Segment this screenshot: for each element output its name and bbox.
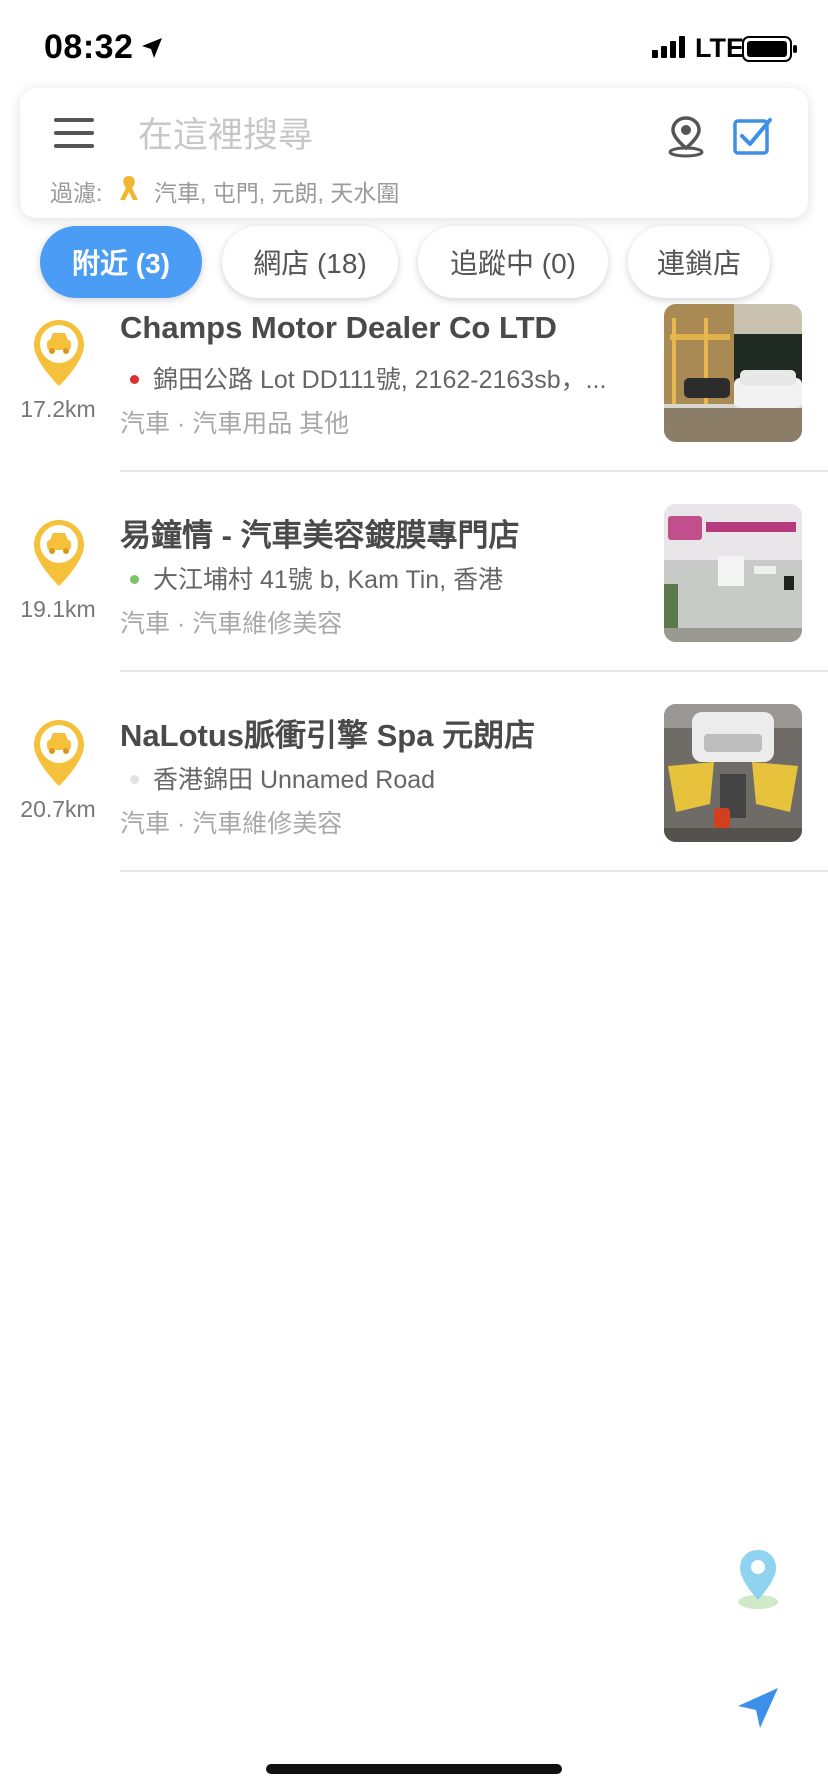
car-pin-icon [34, 720, 84, 786]
car-beauty-shop-photo[interactable] [664, 504, 802, 642]
network-label: LTE [695, 33, 744, 63]
car-pin-icon [34, 520, 84, 586]
shop-category: 汽車 · 汽車維修美容 [120, 810, 343, 838]
address-text: 大江埔村 41號 b, Kam Tin, 香港 [153, 566, 504, 594]
distance-label: 19.1km [20, 596, 96, 622]
divider [120, 670, 828, 672]
divider [120, 470, 828, 472]
engine-spa-photo[interactable] [664, 704, 802, 842]
shop-address: 香港錦田 Unnamed Road [130, 760, 650, 796]
address-text: 香港錦田 Unnamed Road [153, 766, 436, 794]
menu-icon[interactable] [54, 118, 94, 154]
status-dot [130, 574, 139, 584]
search-input[interactable] [136, 108, 660, 164]
status-dot [130, 774, 139, 784]
distance-label: 17.2km [20, 396, 96, 422]
shop-category: 汽車 · 汽車維修美容 [120, 610, 343, 638]
shop-title[interactable]: 易鐘情 - 汽車美容鍍膜專門店 [120, 510, 650, 555]
car-pin-icon [34, 320, 84, 386]
signal-icon [652, 36, 685, 58]
car-dealer-photo[interactable] [664, 304, 802, 442]
tab-online-shops[interactable]: 網店 (18) [222, 226, 398, 298]
status-time: 08:32 [44, 28, 134, 66]
battery-icon [742, 36, 797, 62]
home-indicator [266, 1764, 562, 1774]
tab-following[interactable]: 追蹤中 (0) [418, 226, 608, 298]
search-card: 過濾: 汽車, 屯門, 元朗, 天水圍 [20, 88, 808, 218]
checkbox-icon[interactable] [732, 114, 774, 156]
location-arrow-icon [142, 38, 162, 58]
navigation-arrow-icon[interactable] [736, 1686, 780, 1730]
status-dot [130, 374, 139, 384]
address-text: 錦田公路 Lot DD111號, 2162-2163sb，... [153, 366, 607, 394]
tab-nearby[interactable]: 附近 (3) [40, 226, 202, 298]
list-item[interactable]: 19.1km 易鐘情 - 汽車美容鍍膜專門店 大江埔村 41號 b, Kam T… [0, 500, 828, 700]
list-item[interactable]: 17.2km Champs Motor Dealer Co LTD 錦田公路 L… [0, 300, 828, 500]
shop-title[interactable]: NaLotus脈衝引擎 Spa 元朗店 [120, 710, 650, 755]
status-bar: 08:32 LTE [0, 0, 828, 100]
map-pin-button-icon[interactable] [736, 1548, 780, 1610]
list-item[interactable]: 20.7km NaLotus脈衝引擎 Spa 元朗店 香港錦田 Unnamed … [0, 700, 828, 900]
filter-value: 汽車, 屯門, 元朗, 天水圍 [154, 180, 400, 206]
shop-title[interactable]: Champs Motor Dealer Co LTD [120, 310, 650, 346]
distance-label: 20.7km [20, 796, 96, 822]
shop-address: 錦田公路 Lot DD111號, 2162-2163sb，... [130, 360, 650, 396]
tab-chain-stores[interactable]: 連鎖店 [628, 226, 770, 298]
ribbon-icon [120, 176, 138, 200]
tab-bar: 附近 (3) 網店 (18) 追蹤中 (0) 連鎖店 [0, 226, 828, 302]
divider [120, 870, 828, 872]
shop-category: 汽車 · 汽車用品 其他 [120, 410, 350, 438]
filter-label: 過濾: [50, 180, 103, 206]
location-pin-icon[interactable] [664, 114, 708, 158]
shop-address: 大江埔村 41號 b, Kam Tin, 香港 [130, 560, 650, 596]
